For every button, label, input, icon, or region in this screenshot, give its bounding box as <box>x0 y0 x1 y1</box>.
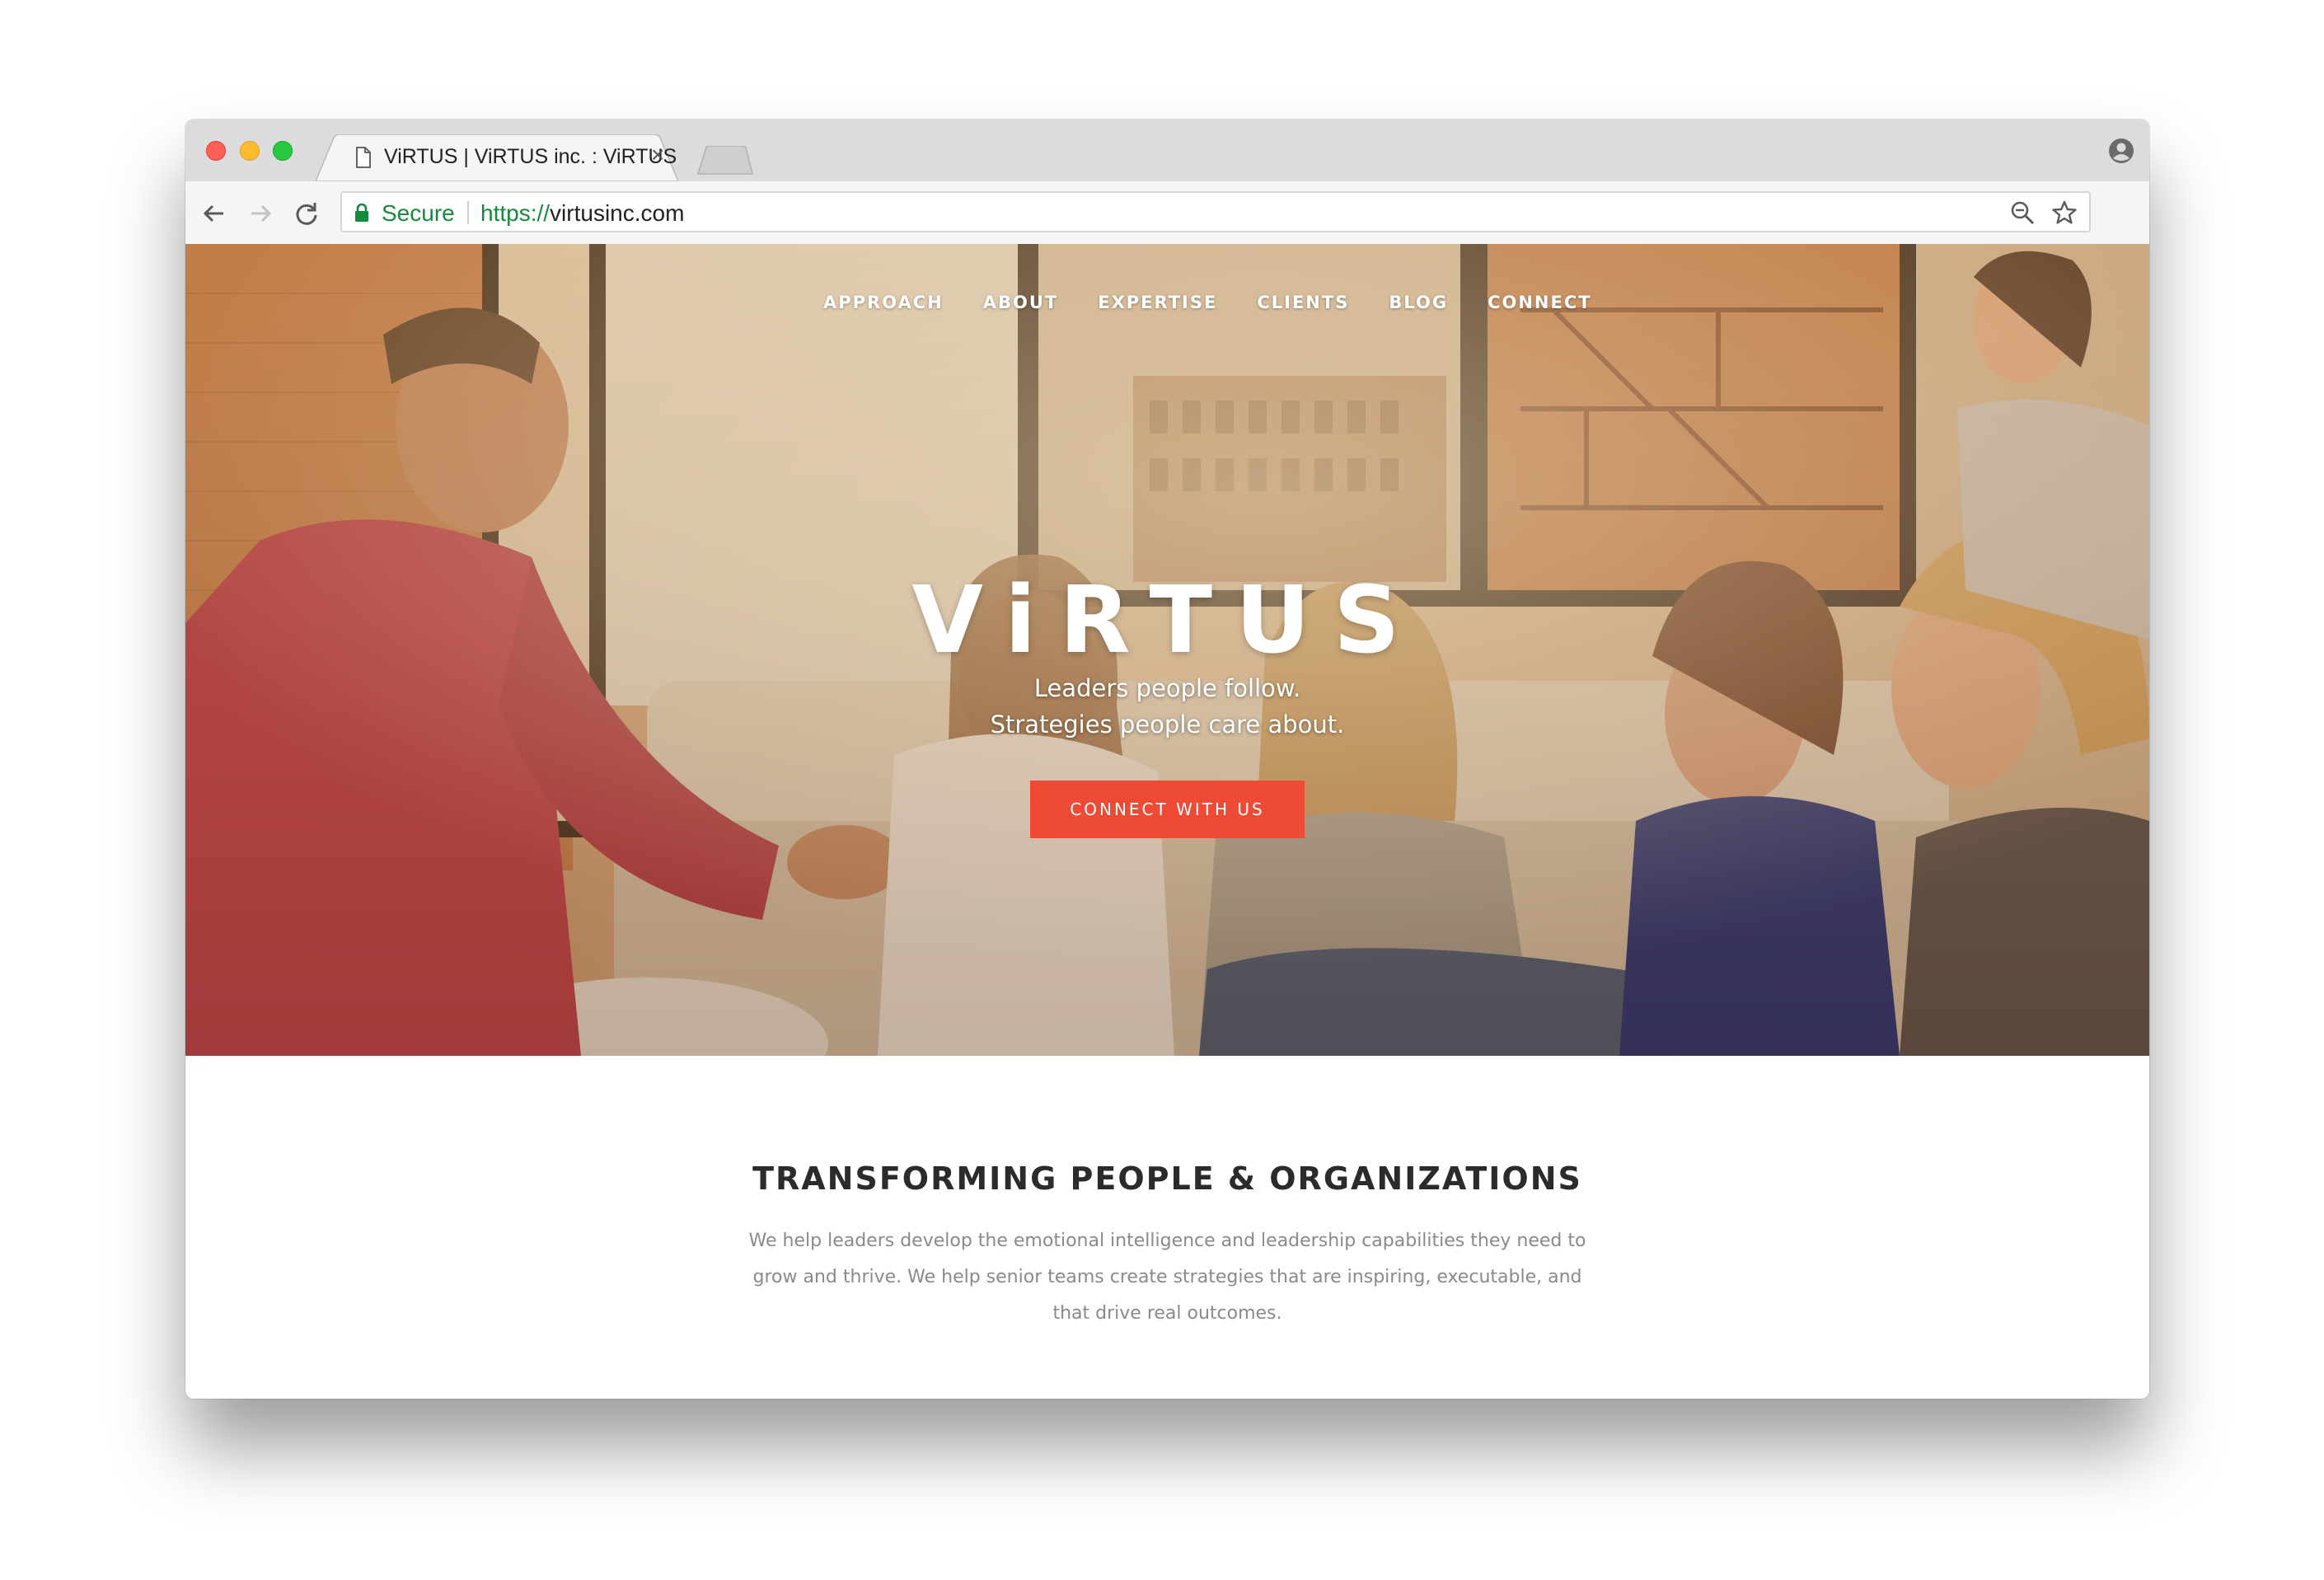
forward-arrow-icon[interactable] <box>246 199 274 227</box>
profile-icon[interactable] <box>2108 138 2134 164</box>
connect-with-us-button[interactable]: CONNECT WITH US <box>1030 781 1305 838</box>
nav-about[interactable]: ABOUT <box>983 293 1059 312</box>
lock-icon <box>355 203 368 222</box>
back-arrow-icon[interactable] <box>200 199 228 227</box>
tagline-line-1: Leaders people follow. <box>1033 674 1301 702</box>
browser-window: ViRTUS | ViRTUS inc. : ViRTUS × Secure h… <box>185 120 2149 1399</box>
star-icon[interactable] <box>2051 199 2078 226</box>
nav-clients[interactable]: CLIENTS <box>1257 293 1349 312</box>
tab-close-icon[interactable]: × <box>651 143 664 167</box>
close-window-button[interactable] <box>206 141 226 161</box>
address-bar[interactable]: Secure https://virtusinc.com <box>340 191 2091 232</box>
tab-virtus[interactable]: ViRTUS | ViRTUS inc. : ViRTUS × <box>316 134 678 181</box>
tab-title: ViRTUS | ViRTUS inc. : ViRTUS <box>384 145 677 168</box>
title-bar: ViRTUS | ViRTUS inc. : ViRTUS × <box>185 120 2149 181</box>
reload-icon[interactable] <box>293 199 321 227</box>
hero-section: APPROACH ABOUT EXPERTISE CLIENTS BLOG CO… <box>185 244 2149 1056</box>
url-scheme: https:// <box>480 200 551 226</box>
browser-toolbar: Secure https://virtusinc.com <box>185 181 2149 246</box>
virtus-logo: ViRTUS <box>911 567 1423 674</box>
url-host: virtusinc.com <box>550 200 685 226</box>
document-icon <box>356 147 371 168</box>
maximize-window-button[interactable] <box>273 141 293 161</box>
nav-connect[interactable]: CONNECT <box>1488 293 1592 312</box>
intro-body-line-1: We help leaders develop the emotional in… <box>748 1231 1586 1251</box>
omnibox-divider <box>467 201 469 224</box>
web-page: APPROACH ABOUT EXPERTISE CLIENTS BLOG CO… <box>185 244 2149 1399</box>
nav-blog[interactable]: BLOG <box>1389 293 1448 312</box>
url-text[interactable]: https://virtusinc.com <box>480 200 684 227</box>
nav-approach[interactable]: APPROACH <box>823 293 944 312</box>
new-tab-button[interactable] <box>696 146 754 176</box>
zoom-icon[interactable] <box>2010 200 2035 225</box>
tagline-line-2: Strategies people care about. <box>990 710 1345 738</box>
minimize-window-button[interactable] <box>240 141 260 161</box>
intro-heading: TRANSFORMING PEOPLE & ORGANIZATIONS <box>752 1160 1582 1197</box>
main-nav-items: APPROACH ABOUT EXPERTISE CLIENTS BLOG CO… <box>804 293 1612 312</box>
nav-expertise[interactable]: EXPERTISE <box>1098 293 1217 312</box>
intro-body-line-3: that drive real outcomes. <box>1052 1303 1282 1324</box>
secure-label: Secure <box>382 200 455 226</box>
intro-body-line-2: grow and thrive. We help senior teams cr… <box>752 1267 1582 1287</box>
